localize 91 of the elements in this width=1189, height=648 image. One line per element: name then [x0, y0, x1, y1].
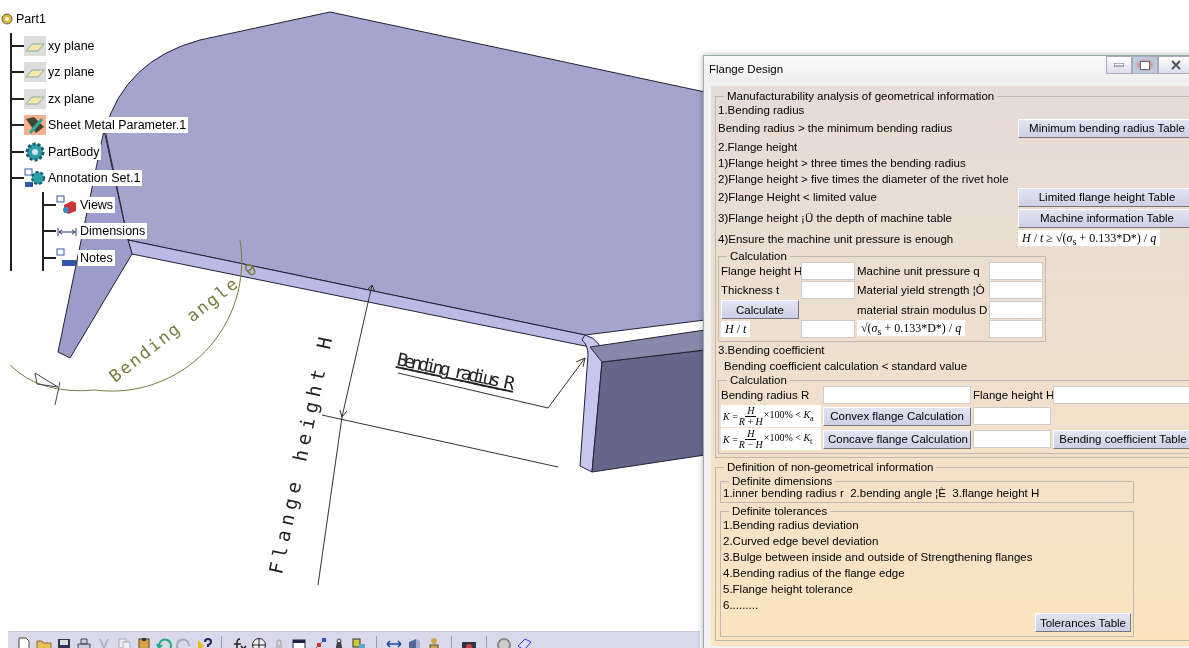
clipboard-icon[interactable]: [136, 636, 152, 648]
dimensions-text: 1.inner bending radius r 2.bending angle ¦È 3.flange height H: [723, 487, 1040, 499]
tree-item[interactable]: Annotation Set.1: [46, 170, 143, 187]
requirement-text: Bending coefficient calculation < standard value: [724, 359, 968, 372]
tree-item[interactable]: Dimensions: [78, 223, 148, 240]
block-icon[interactable]: [406, 636, 422, 648]
field-label: Material yield strength ¦Ò: [857, 284, 986, 296]
tolerance-item: 4.Bending radius of the flange edge: [723, 566, 905, 579]
table-button[interactable]: Minimum bending radius Table: [1018, 118, 1189, 138]
bending-radius-dimension: Bending radius R: [395, 348, 586, 409]
formula-text: H / t ≥ √(σ$_{s}$ + 0.133*D*) / q: [1018, 229, 1161, 246]
tree-item[interactable]: Sheet Metal Parameter.1: [46, 117, 189, 134]
views-icon: [56, 194, 78, 215]
input-field[interactable]: [989, 281, 1043, 299]
globe-icon[interactable]: [251, 636, 267, 648]
printer-icon[interactable]: [76, 636, 92, 648]
tolerance-item: 1.Bending radius deviation: [723, 518, 859, 531]
denominator-text: R + H: [738, 416, 763, 427]
table-button[interactable]: Machine information Table: [1018, 208, 1189, 228]
group-title: Calculation: [729, 374, 788, 386]
group-title: Manufacturability analysis of geometrical information: [726, 90, 996, 102]
input-field[interactable]: [801, 320, 855, 338]
section-heading: 3.Bending coefficient: [718, 343, 825, 356]
input-field[interactable]: [801, 262, 855, 280]
input-field[interactable]: [989, 262, 1043, 280]
plane-icon: [24, 88, 46, 109]
minimize-button[interactable]: [1106, 56, 1132, 74]
save-icon[interactable]: [56, 636, 72, 648]
formula-text: ×100% < K$_{a}$: [763, 409, 814, 423]
new-document-icon[interactable]: [16, 636, 32, 648]
tree-item[interactable]: Views: [78, 196, 116, 213]
numerator-text: H: [745, 405, 757, 417]
formula-text: ×100% < K$_{t}$: [763, 432, 813, 446]
field-label: Flange height H: [721, 265, 799, 277]
group-title: Definite tolerances: [731, 505, 829, 517]
close-button[interactable]: [1158, 56, 1189, 74]
field-label: Thickness t: [721, 284, 781, 296]
note-icon: [56, 247, 78, 268]
requirement-text: 2)Flange height > five times the diameter of the rivet hole: [718, 172, 1009, 185]
formula-text: K =: [723, 410, 738, 422]
tolerance-item: 5.Flange height tolerance: [723, 582, 853, 595]
denominator-text: R − H: [738, 439, 763, 450]
tolerances-table-button[interactable]: Tolerances Table: [1034, 613, 1131, 632]
field-label: Machine unit pressure q: [857, 265, 981, 277]
calculate-button[interactable]: Convex flange Calculation: [823, 406, 971, 426]
cube-icon[interactable]: [516, 636, 532, 648]
input-field[interactable]: [973, 430, 1051, 448]
tolerance-item: 3.Bulge between inside and outside of Strengthening flanges: [723, 550, 1033, 563]
requirement-text: 2)Flange Height < limited value: [718, 191, 877, 203]
help-icon[interactable]: [196, 636, 212, 648]
formula-text: √(σ$_{s}$ + 0.133*D*) / q: [857, 319, 966, 336]
requirement-text: Bending radius > the minimum bending radius: [718, 122, 953, 134]
calculate-button[interactable]: Bending coefficient Table: [1053, 429, 1189, 449]
table-icon[interactable]: [291, 636, 307, 648]
minimize-icon: [1114, 63, 1124, 67]
tolerance-item: 2.Curved edge bevel deviation: [723, 534, 879, 547]
tree-item[interactable]: yz plane: [46, 64, 97, 81]
formula-text: K =: [723, 433, 738, 445]
maximize-button[interactable]: [1132, 56, 1158, 74]
group-title: Calculation: [729, 250, 788, 262]
numerator-text: H: [745, 428, 757, 440]
maximize-icon: [1140, 60, 1150, 70]
input-field[interactable]: [801, 281, 855, 299]
calculate-button[interactable]: Calculate: [721, 300, 799, 319]
requirement-text: 3)Flange height ¡Ü the depth of machine table: [718, 212, 952, 224]
tolerance-item: 6.........: [723, 598, 759, 611]
calculate-button[interactable]: Concave flange Calculation: [823, 429, 971, 449]
input-field[interactable]: [823, 386, 971, 404]
field-label: Flange height H: [973, 389, 1051, 401]
plane-icon: [24, 62, 46, 83]
scissors-icon[interactable]: [96, 636, 112, 648]
formula-text: H / t: [721, 320, 751, 337]
requirement-text: 1.Bending radius: [718, 103, 805, 116]
requirement-text: 4)Ensure the machine unit pressure is enough: [718, 233, 954, 245]
plane-icon: [24, 35, 46, 56]
close-icon: [1171, 60, 1181, 70]
group-title: Definition of non-geometrical information: [726, 461, 935, 473]
input-field[interactable]: [989, 300, 1043, 319]
table-button[interactable]: Limited flange height Table: [1018, 187, 1189, 207]
group-title: Definite dimensions: [731, 475, 834, 487]
requirement-text: 1)Flange height > three times the bending radius: [718, 156, 966, 169]
formula-icon[interactable]: [231, 636, 247, 648]
stamp-icon[interactable]: [426, 636, 442, 648]
input-field[interactable]: [973, 407, 1051, 425]
field-label: material strain modulus D: [857, 303, 987, 316]
field-label: Bending radius R: [721, 389, 811, 401]
input-field[interactable]: [989, 320, 1043, 338]
tree-item[interactable]: PartBody: [46, 143, 102, 160]
requirement-text: 2.Flange height: [718, 140, 798, 153]
window-title: Flange Design: [709, 63, 785, 75]
input-field[interactable]: [1053, 386, 1189, 404]
